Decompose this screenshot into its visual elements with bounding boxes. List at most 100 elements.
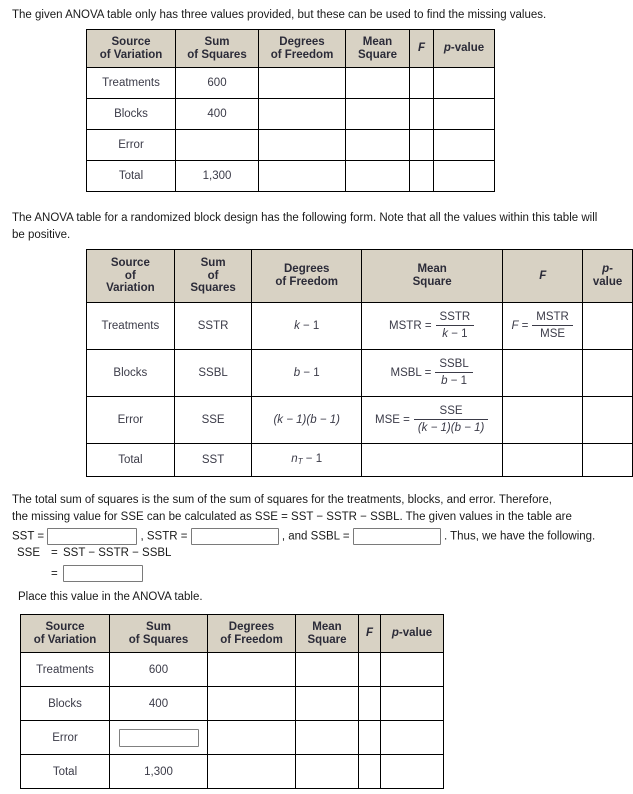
col-header-p-value: p- value [582,249,633,303]
cell-f [502,395,584,444]
cell-mean-square [360,442,504,477]
table-row: Blocks 400 [86,98,495,130]
df-operator: − 1 [303,319,320,332]
cell-sum-of-squares: 1,300 [109,754,208,789]
cell-p-value [582,395,633,444]
table-row: Total SST nT − 1 [86,442,633,477]
cell-f [358,720,381,755]
cell-degrees-of-freedom [258,129,346,161]
header-line-1: F [365,627,374,640]
df-subscript: T [297,457,303,466]
fraction-numerator: SSBL [435,357,473,373]
col-header-degrees-of-freedom: Degrees of Freedom [251,249,362,303]
df-operator: − 1 [305,453,323,465]
cell-f [409,160,434,192]
header-line-1: Source [45,621,85,633]
ssbl-input[interactable] [352,528,441,545]
sse-answer-input[interactable] [63,565,143,582]
cell-p-value [433,67,495,99]
cell-sum-of-squares: SSE [173,395,253,444]
header-line-1: Mean [362,36,393,48]
error-sum-of-squares-input[interactable] [118,728,199,747]
cell-source: Treatments [20,652,110,687]
cell-p-value [582,348,633,397]
ms-fraction: SSE (k − 1)(b − 1) [413,404,489,435]
cell-degrees-of-freedom [258,67,346,99]
cell-p-value [433,160,495,192]
randomized-block-paragraph: The ANOVA table for a randomized block d… [12,212,598,241]
header-line-2: Square [358,48,397,61]
header-line-1: Source [110,257,150,269]
sstr-label: , SSTR = [140,530,188,543]
table-header-row: Source of Variation Sum of Squares Degre… [86,29,495,68]
ms-label: MSBL = [390,366,432,379]
header-line-2: of [207,269,219,282]
cell-source: Error [20,720,110,755]
cell-sum-of-squares: SSBL [173,348,253,397]
cell-degrees-of-freedom: k − 1 [251,301,362,350]
cell-source: Treatments [86,301,175,350]
cell-degrees-of-freedom: (k − 1)(b − 1) [251,395,362,444]
cell-f [502,442,584,477]
sst-input[interactable] [47,528,138,545]
fraction-denominator: k − 1 [436,326,475,341]
col-header-source: Source of Variation [20,614,110,653]
table-row: Total 1,300 [86,160,495,192]
cell-degrees-of-freedom [258,160,346,192]
sse-lhs: SSE [17,547,41,559]
cell-p-value [582,442,633,477]
equals-sign: = [51,547,58,559]
table-row: Blocks 400 [20,686,444,721]
equals-sign: = [51,567,58,580]
sstr-input[interactable] [190,528,279,545]
header-line-2: Square [412,275,452,288]
table-row: Error [20,720,444,755]
cell-source: Blocks [20,686,110,721]
cell-degrees-of-freedom [207,754,296,789]
table-row: Error [86,129,495,161]
fraction-denominator: MSE [540,328,566,340]
sse-explanation-line-1: The total sum of squares is the sum of t… [12,494,552,506]
cell-p-value [380,720,444,755]
cell-f [358,686,381,721]
df-variable: b [293,366,301,379]
cell-sum-of-squares: 400 [109,686,208,721]
den-rest: − 1 [450,375,467,387]
header-line-1: Mean [312,621,342,633]
cell-mean-square [295,686,359,721]
header-line-2: of Variation [33,633,97,646]
cell-degrees-of-freedom: nT − 1 [251,442,362,477]
ms-fraction: SSTR k − 1 [435,310,475,341]
col-header-sum-of-squares: Sum of Squares [175,29,259,68]
cell-p-value [380,754,444,789]
cell-mean-square: MSE = SSE (k − 1)(b − 1) [360,395,504,444]
cell-sum-of-squares [175,129,259,161]
cell-mean-square [345,129,410,161]
header-line-1: Sum [200,257,226,269]
table-row: Treatments SSTR k − 1 MSTR = SSTR k − 1 … [86,301,633,350]
den-variable: b [441,375,448,387]
thus-text: . Thus, we have the following. [443,530,596,543]
col-header-source: Source of Variation [86,249,175,303]
cell-mean-square [345,67,410,99]
header-line-1: Degrees [228,621,275,633]
fraction-numerator: MSTR [532,310,573,326]
header-line-1: Sum [146,621,171,633]
cell-sum-of-squares: 1,300 [175,160,259,192]
cell-source: Total [20,754,110,789]
den-variable: k [442,328,448,340]
cell-mean-square [345,160,410,192]
cell-source: Blocks [86,98,176,130]
cell-mean-square [345,98,410,130]
anova-table-given: Source of Variation Sum of Squares Degre… [86,29,495,192]
cell-p-value [433,98,495,130]
sse-equation-block: SSE = SST − SSTR − SSBL = [17,545,171,582]
header-line-1: Degrees [279,36,325,48]
cell-mean-square [295,720,359,755]
table-row: Blocks SSBL b − 1 MSBL = SSBL b − 1 [86,348,633,397]
header-line-2: Square [307,633,347,646]
cell-f: F = MSTR MSE [502,301,584,350]
cell-source: Treatments [86,67,176,99]
sse-explanation-line-2: the missing value for SSE can be calcula… [12,511,572,523]
header-line-2: of Freedom [275,275,338,288]
